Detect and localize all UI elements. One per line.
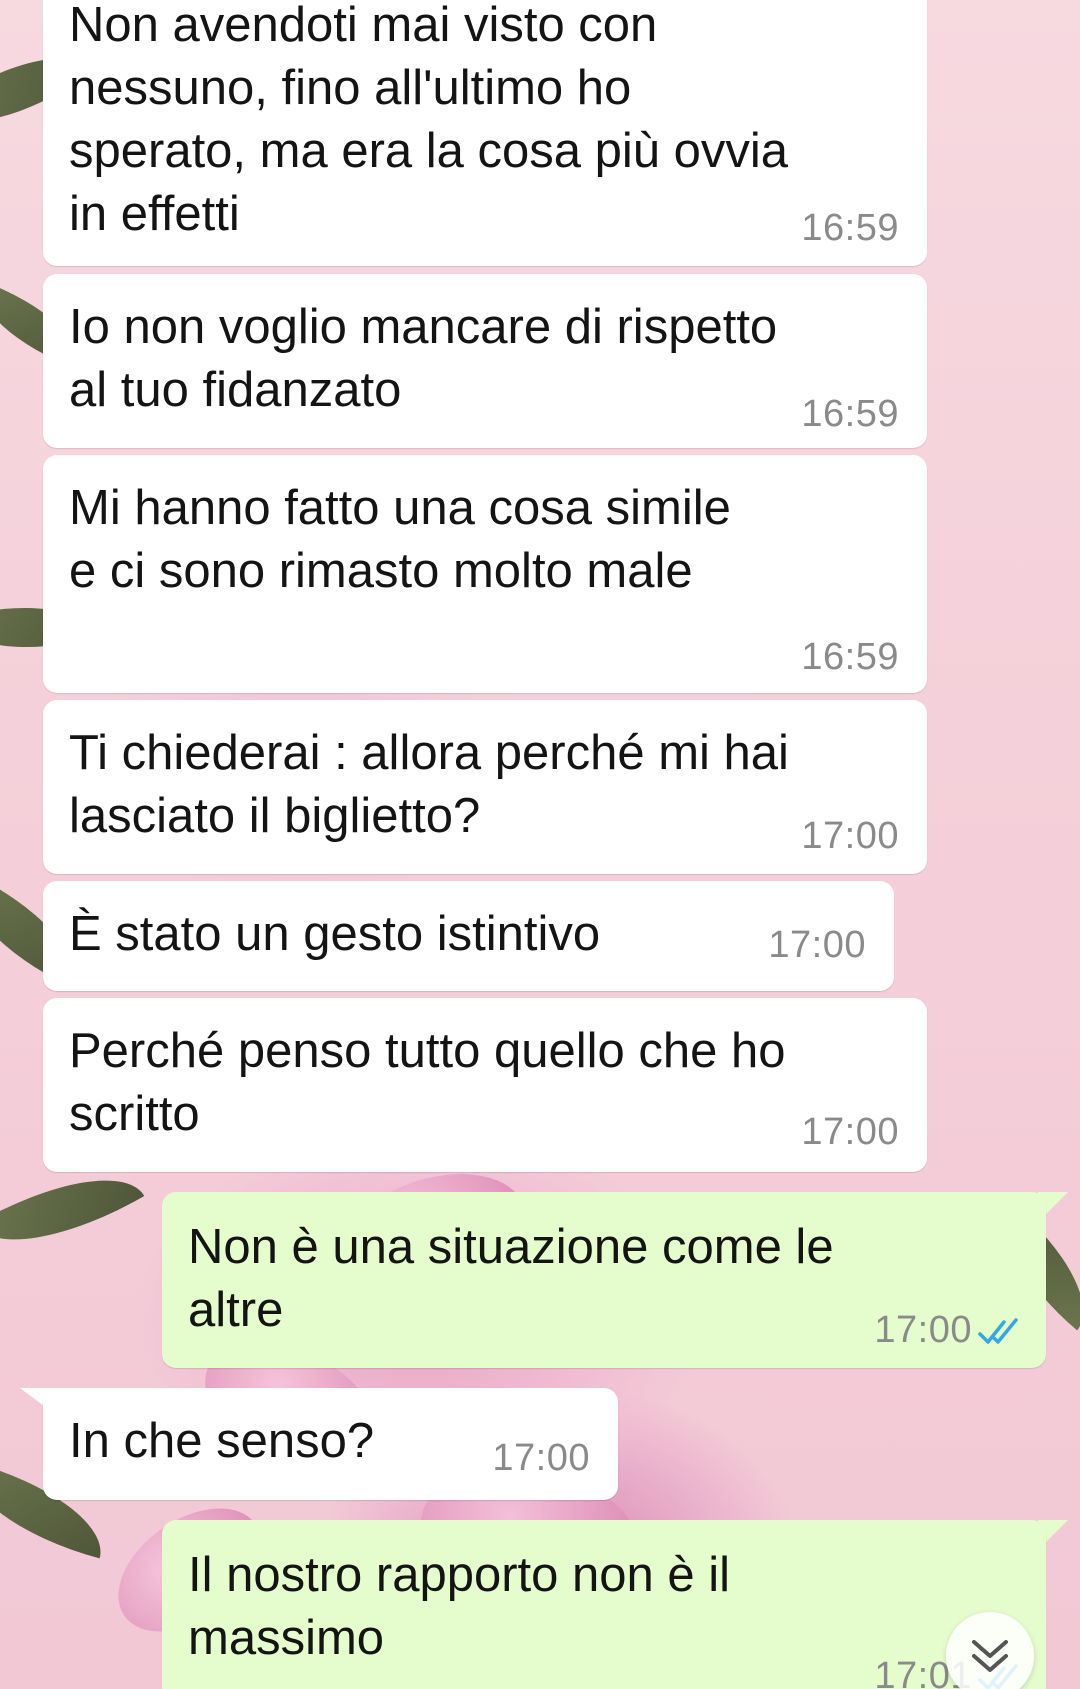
message-text: In che senso? xyxy=(69,1414,375,1468)
message-time: 16:59 xyxy=(801,393,899,435)
message-time: 17:00 xyxy=(492,1437,590,1479)
chevron-double-down-icon xyxy=(972,1640,1008,1672)
message-text: Ti chiederai : allora perché mi hai lasc… xyxy=(69,726,789,843)
message-time: 16:59 xyxy=(801,207,899,249)
message-time: 17:00 xyxy=(801,1111,899,1153)
message-incoming[interactable]: Non avendoti mai visto con nessuno, fino… xyxy=(43,0,927,266)
message-time: 17:00 xyxy=(768,924,866,966)
message-incoming[interactable]: È stato un gesto istintivo 17:00 xyxy=(43,881,894,991)
message-text: È stato un gesto istintivo xyxy=(69,907,601,961)
message-text: Il nostro rapporto non è il massimo xyxy=(188,1548,731,1665)
message-incoming[interactable]: In che senso? 17:00 xyxy=(43,1388,618,1500)
message-text: Non avendoti mai visto con nessuno, fino… xyxy=(69,0,789,241)
message-time: 16:59 xyxy=(801,636,899,678)
message-incoming[interactable]: Perché penso tutto quello che ho scritto… xyxy=(43,998,927,1172)
message-text: Io non voglio mancare di rispetto al tuo… xyxy=(69,300,778,417)
message-time: 17:00 xyxy=(874,1309,972,1351)
double-check-icon xyxy=(978,1318,1018,1344)
message-incoming[interactable]: Mi hanno fatto una cosa simile e ci sono… xyxy=(43,455,927,693)
message-time: 17:00 xyxy=(801,815,899,857)
message-outgoing[interactable]: Il nostro rapporto non è il massimo 17:0… xyxy=(162,1520,1046,1689)
message-incoming[interactable]: Io non voglio mancare di rispetto al tuo… xyxy=(43,274,927,448)
message-text: Mi hanno fatto una cosa simile e ci sono… xyxy=(69,481,731,598)
message-list[interactable]: Non avendoti mai visto con nessuno, fino… xyxy=(0,0,1080,1689)
message-incoming[interactable]: Ti chiederai : allora perché mi hai lasc… xyxy=(43,700,927,874)
message-text: Perché penso tutto quello che ho scritto xyxy=(69,1024,786,1141)
message-outgoing[interactable]: Non è una situazione come le altre 17:00 xyxy=(162,1192,1046,1368)
